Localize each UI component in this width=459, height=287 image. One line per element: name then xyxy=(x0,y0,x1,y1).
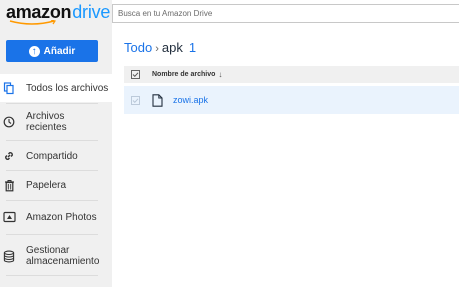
sidebar-divider xyxy=(6,234,98,235)
link-icon xyxy=(2,149,16,163)
sidebar-item-label: Compartido xyxy=(26,150,78,162)
breadcrumb-separator: › xyxy=(155,43,159,55)
file-name-link[interactable]: zowi.apk xyxy=(173,95,208,105)
sidebar-item-label: Gestionar almacenamiento xyxy=(26,245,100,267)
sidebar-item-recent[interactable]: Archivos recientes xyxy=(0,106,112,138)
photos-icon xyxy=(2,210,16,224)
sidebar-item-manage-storage[interactable]: Gestionar almacenamiento xyxy=(0,240,112,272)
select-all-checkbox-icon[interactable] xyxy=(131,70,140,79)
search-input[interactable] xyxy=(112,4,459,23)
sidebar-divider xyxy=(6,170,98,171)
clock-icon xyxy=(2,115,16,129)
files-icon xyxy=(2,81,16,95)
sidebar-item-label: Archivos recientes xyxy=(26,111,67,133)
item-count: 1 xyxy=(188,40,197,55)
breadcrumb-root-link[interactable]: Todo xyxy=(124,40,152,55)
column-header-file-name[interactable]: Nombre de archivo xyxy=(152,71,215,78)
sidebar-item-label: Amazon Photos xyxy=(26,211,97,223)
sidebar-divider xyxy=(6,140,98,141)
file-table-header: Nombre de archivo ↓ xyxy=(124,66,459,83)
file-icon xyxy=(152,93,163,107)
sidebar-item-all-files[interactable]: Todos los archivos xyxy=(0,74,112,102)
breadcrumb-current-folder: apk xyxy=(161,40,183,55)
sidebar-item-amazon-photos[interactable]: Amazon Photos xyxy=(0,204,112,230)
trash-icon xyxy=(2,178,16,192)
sidebar-item-label: Todos los archivos xyxy=(26,82,109,94)
amazon-drive-logo[interactable]: amazon drive xyxy=(6,2,111,25)
upload-icon: ↑ xyxy=(28,45,40,57)
breadcrumb: Todo › apk 1 xyxy=(124,40,196,55)
table-row[interactable]: zowi.apk xyxy=(124,86,459,114)
sidebar-divider xyxy=(6,275,98,276)
storage-icon xyxy=(2,249,16,263)
sidebar-item-shared[interactable]: Compartido xyxy=(0,143,112,169)
sidebar-item-trash[interactable]: Papelera xyxy=(0,172,112,198)
sidebar-divider xyxy=(6,103,98,104)
add-button[interactable]: ↑ Añadir xyxy=(6,40,98,62)
row-checkbox-icon[interactable] xyxy=(131,95,140,105)
sort-arrow-icon[interactable]: ↓ xyxy=(218,70,222,79)
amazon-smile-icon xyxy=(9,20,56,25)
sidebar-divider xyxy=(6,200,98,201)
sidebar-item-label: Papelera xyxy=(26,179,67,191)
sidebar: amazon drive ↑ Añadir Todos los archivos… xyxy=(0,0,112,287)
add-button-label: Añadir xyxy=(43,45,76,57)
logo-drive-text: drive xyxy=(72,2,111,22)
